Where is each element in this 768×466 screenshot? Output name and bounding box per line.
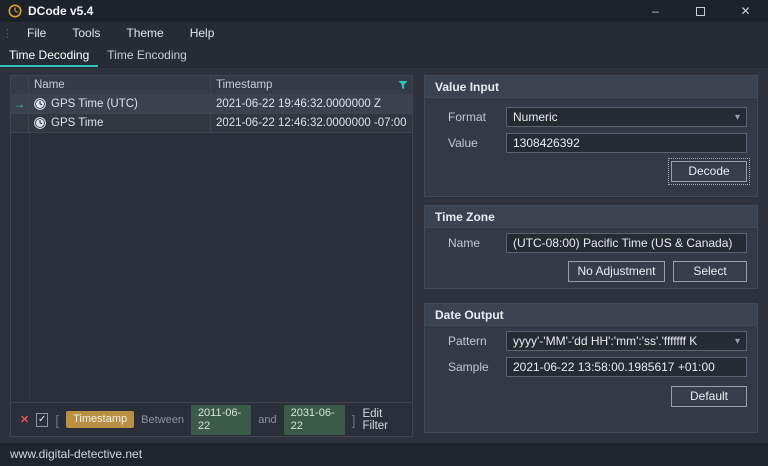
date-output-title: Date Output (425, 304, 757, 326)
value-row: Value (425, 133, 747, 153)
filter-conjunction: and (258, 413, 277, 426)
edit-filter-link[interactable]: Edit Filter (362, 408, 403, 432)
column-header-timestamp[interactable]: Timestamp (211, 76, 412, 94)
close-icon: ✕ (740, 4, 751, 18)
time-zone-title: Time Zone (425, 206, 757, 228)
timezone-name-field[interactable] (506, 233, 747, 253)
close-button[interactable]: ✕ (723, 0, 768, 22)
grip-icon: ⋮ (2, 28, 13, 40)
filter-to-badge[interactable]: 2031-06-22 (283, 404, 345, 435)
column-header-timestamp-label: Timestamp (216, 79, 273, 91)
row-name-cell[interactable]: GPS Time (UTC) (29, 95, 211, 113)
menu-help[interactable]: Help (177, 22, 228, 45)
value-label: Value (448, 136, 478, 150)
format-selected-value: Numeric (513, 110, 558, 124)
row-gutter (11, 114, 29, 132)
minimize-icon: – (652, 4, 659, 18)
no-adjustment-button[interactable]: No Adjustment (568, 261, 665, 282)
clock-icon (34, 98, 46, 110)
sample-row: Sample (425, 357, 747, 377)
clock-icon (34, 117, 46, 129)
arrow-right-icon: → (13, 97, 26, 111)
remove-filter-icon[interactable]: ✕ (20, 413, 29, 426)
select-button[interactable]: Select (673, 261, 747, 282)
selected-row-indicator: → (11, 95, 29, 113)
status-bar: www.digital-detective.net (0, 443, 768, 466)
row-name-text: GPS Time (UTC) (51, 98, 138, 110)
maximize-button[interactable] (678, 0, 723, 22)
minimize-button[interactable]: – (633, 0, 678, 22)
default-button[interactable]: Default (671, 386, 747, 407)
column-header-name[interactable]: Name (29, 76, 211, 94)
time-zone-group: Time Zone Name No Adjustment Select (424, 205, 758, 289)
value-input-group: Value Input Format Numeric ▾ Value Decod… (424, 75, 758, 197)
tab-bar: Time Decoding Time Encoding (0, 45, 768, 68)
filter-funnel-icon[interactable] (398, 80, 408, 90)
value-input-field[interactable] (506, 133, 747, 153)
date-output-group: Date Output Pattern yyyy'-'MM'-'dd HH':'… (424, 303, 758, 433)
title-bar: DCode v5.4 – ✕ (0, 0, 768, 22)
grid-header-gutter (11, 76, 29, 94)
app-logo-icon (8, 4, 22, 18)
chevron-down-icon: ▾ (734, 335, 740, 347)
menu-bar: ⋮ File Tools Theme Help (0, 22, 768, 45)
filter-field-badge[interactable]: Timestamp (66, 411, 135, 428)
menu-tools[interactable]: Tools (59, 22, 113, 45)
results-panel: Name Timestamp → GPS Time (UTC) 2021-06-… (10, 75, 413, 437)
maximize-icon (696, 6, 705, 16)
filter-bar: ✕ ✓ [ Timestamp Between 2011-06-22 and 2… (11, 402, 412, 436)
sample-label: Sample (448, 360, 489, 374)
row-timestamp-cell[interactable]: 2021-06-22 12:46:32.0000000 -07:00 (211, 114, 412, 132)
table-row[interactable]: → GPS Time (UTC) 2021-06-22 19:46:32.000… (11, 95, 412, 114)
format-label: Format (448, 110, 487, 124)
chevron-down-icon: ▾ (734, 111, 740, 123)
filter-enabled-checkbox[interactable]: ✓ (36, 412, 49, 427)
row-name-cell[interactable]: GPS Time (29, 114, 211, 132)
menu-theme[interactable]: Theme (113, 22, 176, 45)
table-row[interactable]: GPS Time 2021-06-22 12:46:32.0000000 -07… (11, 114, 412, 133)
status-link: www.digital-detective.net (10, 447, 143, 461)
grid-header-row: Name Timestamp (11, 76, 412, 95)
sample-field[interactable] (506, 357, 747, 377)
filter-from-badge[interactable]: 2011-06-22 (190, 404, 252, 435)
pattern-dropdown[interactable]: yyyy'-'MM'-'dd HH':'mm':'ss'.'fffffff K … (506, 331, 747, 351)
results-grid: Name Timestamp → GPS Time (UTC) 2021-06-… (11, 76, 412, 133)
filter-close-bracket: ] (351, 411, 356, 428)
timezone-name-row: Name (425, 233, 747, 253)
pattern-label: Pattern (448, 334, 487, 348)
tab-time-encoding[interactable]: Time Encoding (98, 45, 196, 67)
filter-operator[interactable]: Between (141, 414, 184, 426)
timezone-name-label: Name (448, 236, 481, 250)
row-name-text: GPS Time (51, 117, 104, 129)
window-controls: – ✕ (633, 0, 768, 22)
check-icon: ✓ (38, 414, 47, 425)
tab-time-decoding[interactable]: Time Decoding (0, 45, 99, 67)
pattern-row: Pattern yyyy'-'MM'-'dd HH':'mm':'ss'.'ff… (425, 331, 747, 351)
row-timestamp-cell[interactable]: 2021-06-22 19:46:32.0000000 Z (211, 95, 412, 113)
format-dropdown[interactable]: Numeric ▾ (506, 107, 747, 127)
filter-open-bracket: [ (55, 411, 60, 428)
menu-file[interactable]: File (14, 22, 59, 45)
decode-button[interactable]: Decode (668, 158, 750, 185)
format-row: Format Numeric ▾ (425, 107, 747, 127)
window-title: DCode v5.4 (28, 4, 94, 18)
pattern-selected-value: yyyy'-'MM'-'dd HH':'mm':'ss'.'fffffff K (513, 334, 698, 348)
value-input-title: Value Input (425, 76, 757, 98)
grid-gutter-line (29, 133, 30, 402)
